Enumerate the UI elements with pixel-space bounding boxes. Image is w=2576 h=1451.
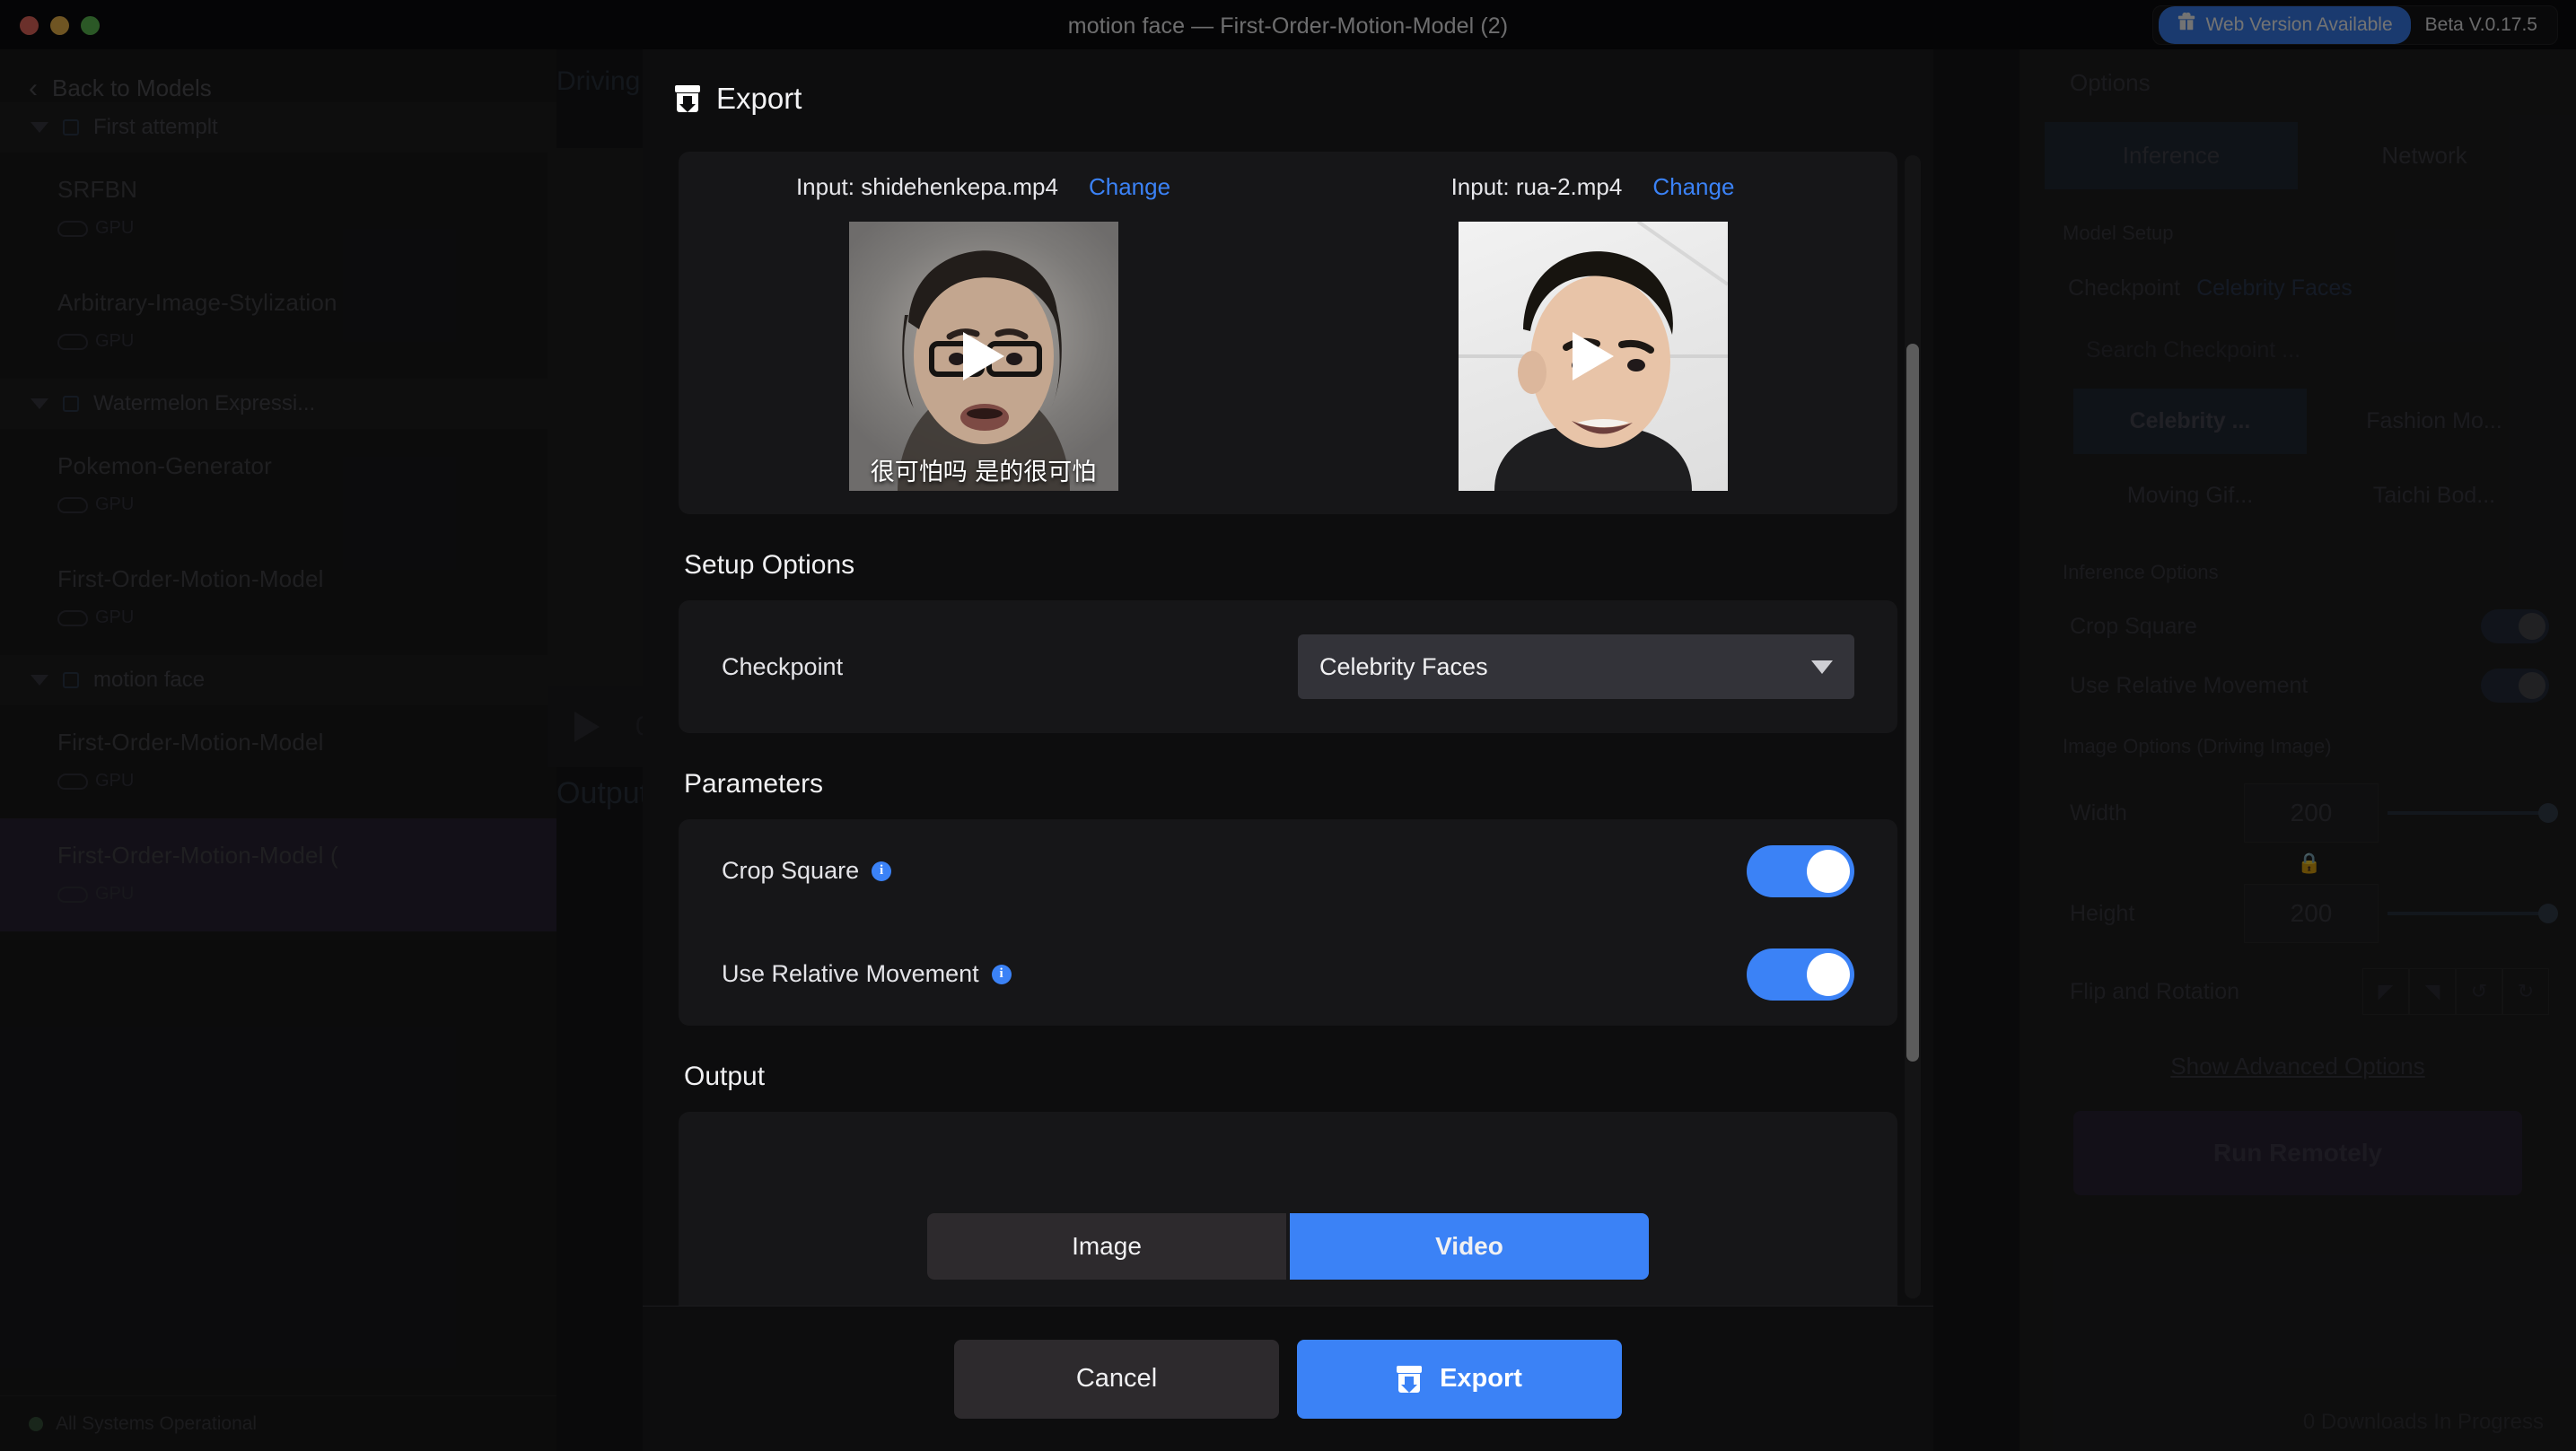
parameters-card: Crop Square i Use Relative Movement i — [679, 819, 1897, 1026]
play-icon[interactable] — [962, 332, 1004, 380]
input-driving-bar: Input: rua-2.mp4 Change — [1288, 152, 1897, 222]
export-dialog-footer: Cancel Export — [643, 1306, 1933, 1451]
source-video-thumbnail[interactable]: 很可怕吗 是的很可怕 — [848, 222, 1118, 491]
output-mode-image-button[interactable]: Image — [927, 1213, 1286, 1280]
setup-options-title: Setup Options — [684, 550, 855, 580]
relative-movement-label: Use Relative Movement — [722, 960, 979, 987]
crop-square-label-group: Crop Square i — [722, 857, 1747, 885]
output-card: Image Video — [679, 1112, 1897, 1306]
cancel-button[interactable]: Cancel — [954, 1339, 1279, 1419]
input-driving-filename: Input: rua-2.mp4 — [1450, 172, 1623, 200]
checkpoint-label: Checkpoint — [722, 652, 844, 680]
inputs-card: Input: shidehenkepa.mp4 Change 很可怕吗 是的很可… — [679, 152, 1897, 514]
export-button-label: Export — [1440, 1364, 1522, 1393]
play-icon[interactable] — [1572, 332, 1614, 380]
export-dialog: Export Input: shidehenkepa.mp4 Change 很可… — [643, 49, 1933, 1451]
info-icon[interactable]: i — [872, 861, 892, 881]
export-box-icon — [1397, 1365, 1423, 1393]
parameters-title: Parameters — [684, 769, 824, 799]
relative-movement-toggle[interactable] — [1747, 948, 1854, 1001]
change-source-button[interactable]: Change — [1089, 173, 1170, 201]
input-driving-column: Input: rua-2.mp4 Change — [1288, 152, 1897, 514]
change-driving-button[interactable]: Change — [1652, 173, 1734, 201]
crop-square-row[interactable]: Crop Square i — [722, 819, 1854, 922]
crop-square-toggle[interactable] — [1747, 844, 1854, 897]
export-box-icon — [675, 85, 700, 112]
crop-square-label: Crop Square — [722, 857, 860, 884]
input-source-column: Input: shidehenkepa.mp4 Change 很可怕吗 是的很可… — [679, 152, 1288, 514]
chevron-down-icon — [1811, 660, 1833, 674]
info-icon[interactable]: i — [991, 964, 1012, 984]
vertical-scrollbar-thumb[interactable] — [1906, 344, 1919, 1062]
checkpoint-card: Checkpoint Celebrity Faces — [679, 600, 1897, 733]
export-dialog-body: Input: shidehenkepa.mp4 Change 很可怕吗 是的很可… — [643, 148, 1933, 1306]
output-title: Output — [684, 1062, 766, 1091]
export-scroll-area: Input: shidehenkepa.mp4 Change 很可怕吗 是的很可… — [643, 148, 1933, 1306]
checkpoint-selected-value: Celebrity Faces — [1319, 652, 1488, 680]
relative-movement-row[interactable]: Use Relative Movement i — [722, 922, 1854, 1026]
input-source-filename: Input: shidehenkepa.mp4 — [795, 172, 1058, 200]
video-caption: 很可怕吗 是的很可怕 — [870, 459, 1097, 486]
checkpoint-select[interactable]: Celebrity Faces — [1298, 634, 1854, 699]
export-dialog-title: Export — [716, 82, 802, 115]
relative-movement-label-group: Use Relative Movement i — [722, 960, 1747, 988]
input-source-bar: Input: shidehenkepa.mp4 Change — [679, 152, 1288, 222]
driving-video-thumbnail[interactable] — [1458, 222, 1728, 491]
export-dialog-header: Export — [643, 49, 1933, 148]
export-button[interactable]: Export — [1297, 1339, 1622, 1419]
output-mode-video-button[interactable]: Video — [1290, 1213, 1649, 1280]
